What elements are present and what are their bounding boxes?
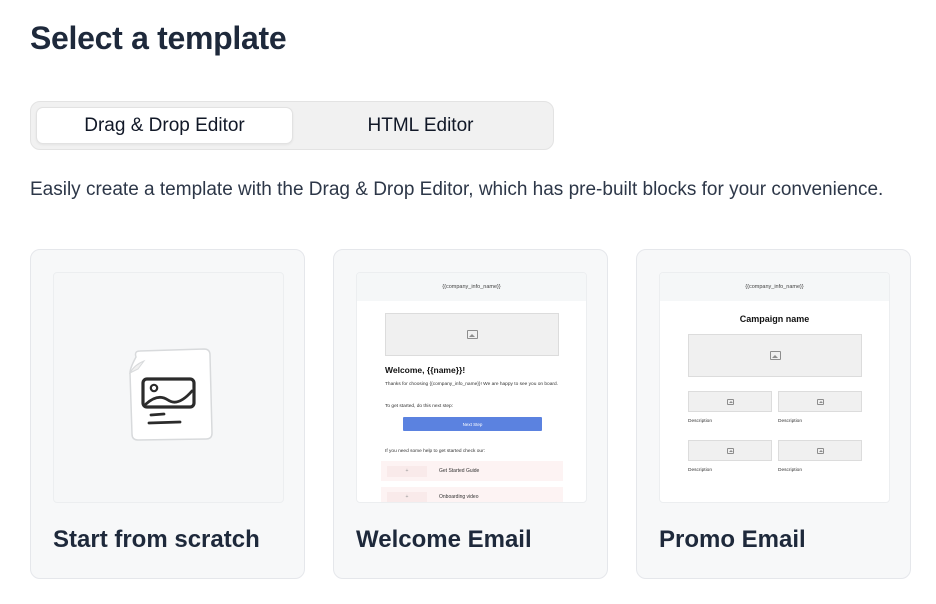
image-icon xyxy=(769,351,781,360)
preview-link-row: + Onboarding video xyxy=(381,487,563,502)
preview-description: Description xyxy=(778,419,802,424)
preview-link-label: Get Started Guide xyxy=(439,468,480,474)
template-card-welcome-email[interactable]: {{company_info_name}} Welcome, {{name}}!… xyxy=(333,249,608,579)
drag-drop-editor-tab[interactable]: Drag & Drop Editor xyxy=(36,107,293,144)
plus-icon: + xyxy=(387,491,427,502)
preview-link-label: Onboarding video xyxy=(439,494,479,500)
template-card-start-from-scratch[interactable]: Start from scratch xyxy=(30,249,305,579)
image-placeholder xyxy=(688,391,772,412)
preview-paragraph: Thanks for choosing {{company_info_name}… xyxy=(385,382,558,387)
preview-help-text: If you need some help to get started che… xyxy=(385,449,485,454)
preview-campaign-name: Campaign name xyxy=(739,314,810,324)
preview-next-step-button: Next Step xyxy=(403,417,542,431)
template-preview: {{company_info_name}} Welcome, {{name}}!… xyxy=(356,272,587,503)
image-icon xyxy=(816,447,824,454)
preview-heading: Welcome, {{name}}! xyxy=(385,365,466,375)
preview-description: Description xyxy=(688,419,712,424)
preview-description: Description xyxy=(778,468,802,473)
page-title: Select a template xyxy=(30,20,287,56)
preview-link-row: + Get Started Guide xyxy=(381,461,563,481)
editor-toggle: Drag & Drop Editor HTML Editor xyxy=(30,101,554,150)
image-placeholder xyxy=(688,440,772,461)
image-placeholder xyxy=(385,313,559,356)
card-title: Promo Email xyxy=(659,526,806,553)
preview-header: {{company_info_name}} xyxy=(660,273,889,301)
image-icon xyxy=(466,330,478,339)
image-placeholder xyxy=(778,391,862,412)
image-icon xyxy=(726,398,734,405)
preview-description: Description xyxy=(688,468,712,473)
image-icon xyxy=(726,447,734,454)
preview-header: {{company_info_name}} xyxy=(357,273,586,301)
image-placeholder xyxy=(778,440,862,461)
plus-icon: + xyxy=(387,465,427,477)
document-image-icon xyxy=(128,348,213,441)
image-placeholder xyxy=(688,334,862,377)
card-title: Welcome Email xyxy=(356,526,532,553)
template-preview xyxy=(53,272,284,503)
html-editor-tab[interactable]: HTML Editor xyxy=(293,107,548,144)
template-card-promo-email[interactable]: {{company_info_name}} Campaign name Desc… xyxy=(636,249,911,579)
image-icon xyxy=(816,398,824,405)
template-preview: {{company_info_name}} Campaign name Desc… xyxy=(659,272,890,503)
preview-next-step-text: To get started, do this next step: xyxy=(385,404,453,409)
editor-description: Easily create a template with the Drag &… xyxy=(30,179,884,200)
card-title: Start from scratch xyxy=(53,526,260,553)
